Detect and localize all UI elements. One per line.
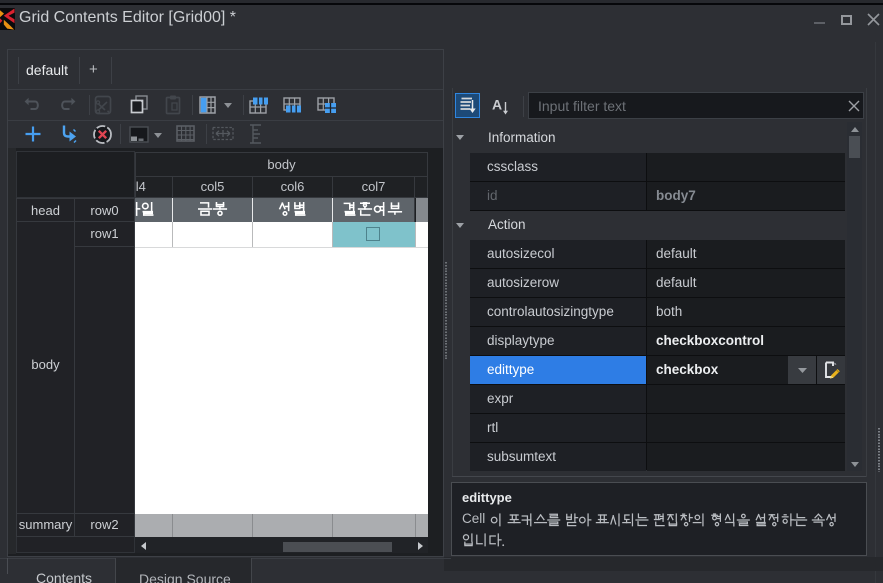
svg-text:A: A (492, 97, 502, 113)
